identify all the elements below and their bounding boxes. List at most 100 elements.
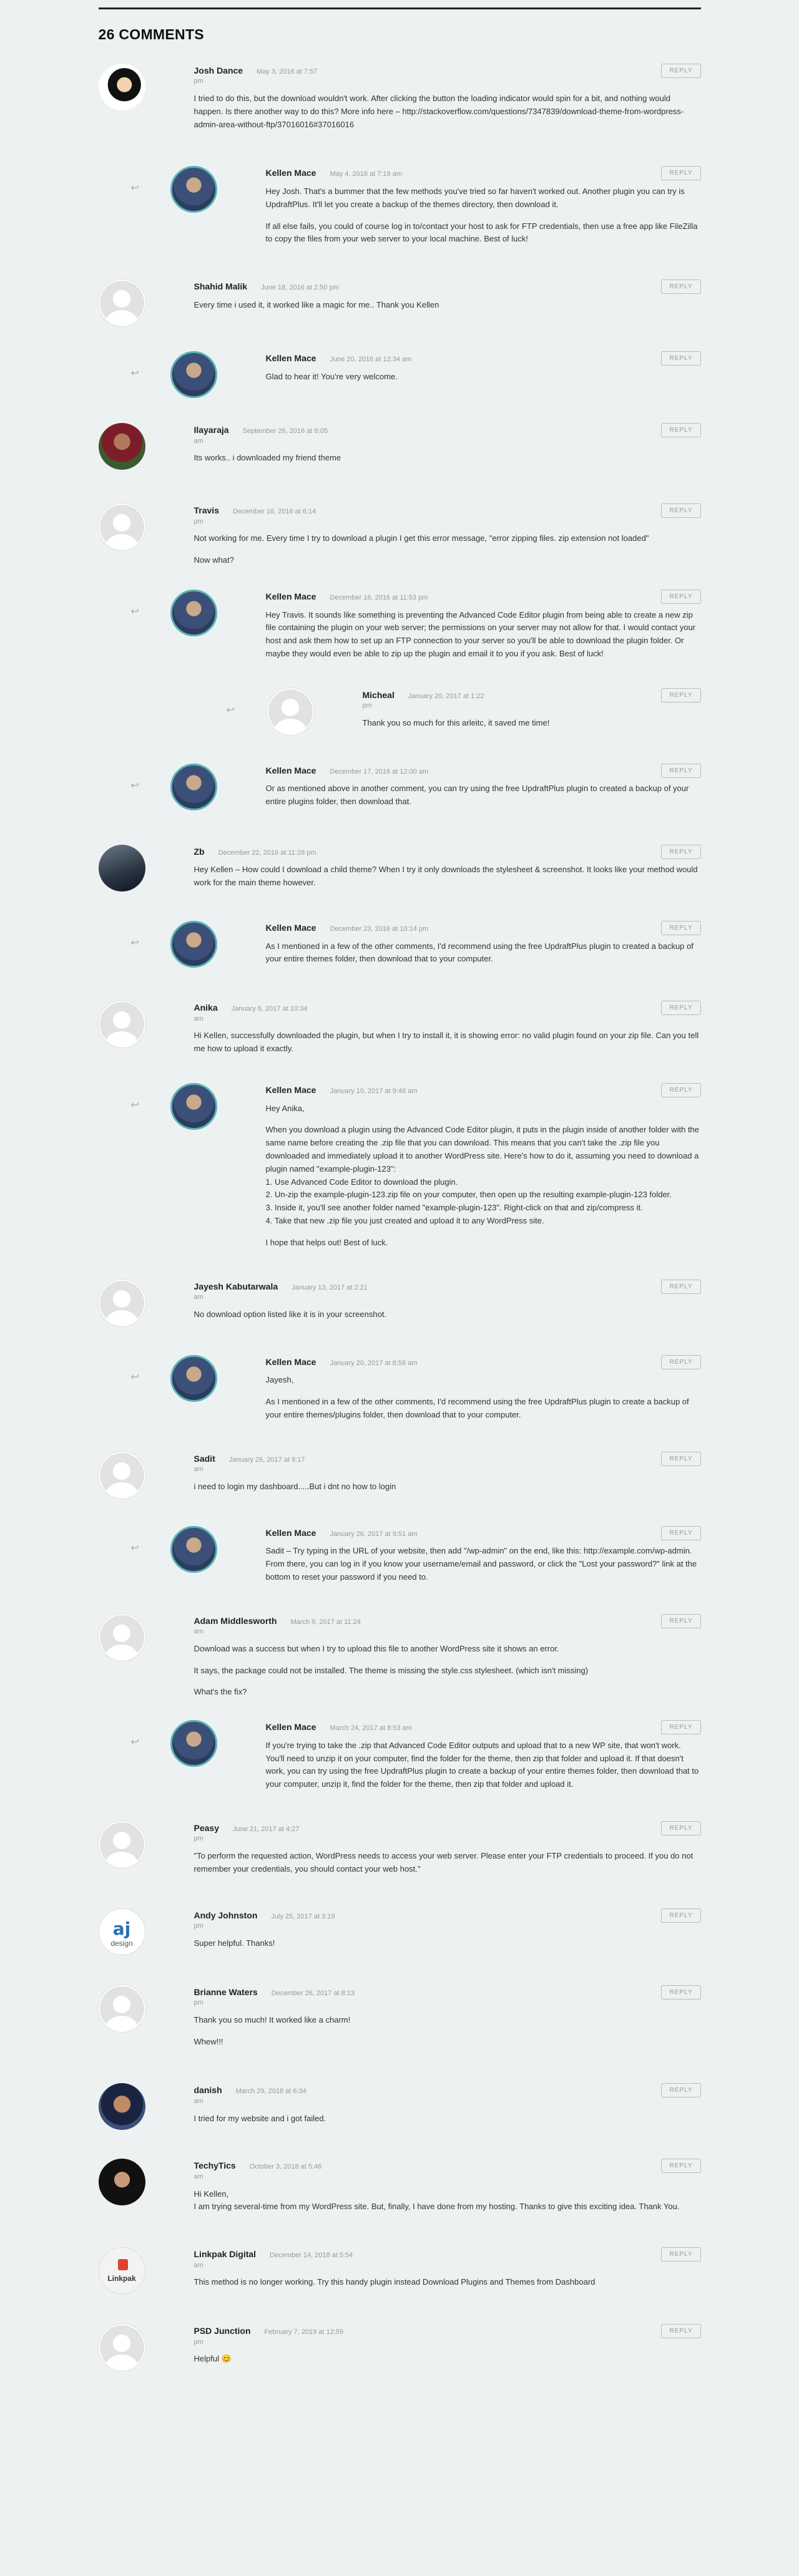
comment-date[interactable]: January 26, 2017 at 9:17 <box>229 1455 305 1466</box>
comment-paragraph: "To perform the requested action, WordPr… <box>194 1851 694 1874</box>
reply-button[interactable]: REPLY <box>661 351 701 366</box>
comment-author[interactable]: Kellen Mace <box>266 166 316 180</box>
reply-button[interactable]: REPLY <box>661 1613 701 1628</box>
comment-author[interactable]: Kellen Mace <box>266 1720 316 1734</box>
reply-button[interactable]: REPLY <box>661 1820 701 1835</box>
reply-arrow-icon: ↩ <box>130 368 139 379</box>
comment-date[interactable]: January 20, 2017 at 8:58 am <box>330 1358 417 1369</box>
reply-button[interactable]: REPLY <box>661 1354 701 1369</box>
comment-date[interactable]: February 7, 2019 at 12:59 <box>265 2327 344 2338</box>
comment-text: Hi Kellen, successfully downloaded the p… <box>194 1029 701 1056</box>
comment-author[interactable]: Peasy <box>194 1821 219 1835</box>
comment: danish March 29, 2018 at 6:34 am I tried … <box>98 2083 701 2134</box>
comment-date[interactable]: January 6, 2017 at 10:34 <box>232 1004 308 1015</box>
reply-button[interactable]: REPLY <box>661 844 701 859</box>
comment-date[interactable]: March 24, 2017 at 8:53 am <box>330 1723 411 1734</box>
reply-button[interactable]: REPLY <box>661 503 701 518</box>
comment-author[interactable]: Kellen Mace <box>266 1083 316 1097</box>
comment-date[interactable]: October 3, 2018 at 5:46 <box>250 2162 322 2173</box>
reply-button[interactable]: REPLY <box>661 1279 701 1294</box>
comments-heading: 26 COMMENTS <box>98 26 204 42</box>
reply-button[interactable]: REPLY <box>661 1525 701 1540</box>
comment-author[interactable]: Kellen Mace <box>266 764 316 777</box>
comment-author[interactable]: TechyTics <box>194 2159 236 2172</box>
comment-date[interactable]: December 22, 2016 at 11:28 pm <box>218 848 316 859</box>
comment-author[interactable]: Kellen Mace <box>266 351 316 365</box>
comment-author[interactable]: danish <box>194 2083 222 2097</box>
comment-paragraph: When you download a plugin using the Adv… <box>265 1125 700 1225</box>
comment-author[interactable]: Brianne Waters <box>194 1985 258 1999</box>
reply-button[interactable]: REPLY <box>661 423 701 438</box>
comment-date[interactable]: December 14, 2018 at 5:54 <box>270 2250 353 2262</box>
comment-date[interactable]: December 16, 2016 at 11:53 pm <box>330 593 428 604</box>
comment-author[interactable]: Ilayaraja <box>194 423 229 437</box>
reply-button[interactable]: REPLY <box>661 1083 701 1098</box>
comment-date[interactable]: June 21, 2017 at 4:27 <box>233 1824 299 1835</box>
comment-paragraph: No download option listed like it is in … <box>194 1309 387 1319</box>
comment-date[interactable]: January 13, 2017 at 2:21 <box>292 1283 368 1294</box>
comment-paragraph: Every time i used it, it worked like a m… <box>194 299 439 309</box>
comment-author[interactable]: Kellen Mace <box>266 921 316 935</box>
comment-author[interactable]: Shahid Malik <box>194 279 248 293</box>
reply-button[interactable]: REPLY <box>661 2324 701 2339</box>
comment-author[interactable]: Jayesh Kabutarwala <box>194 1280 278 1293</box>
comment-author[interactable]: Kellen Mace <box>266 1355 316 1369</box>
comment: ↩ Kellen Mace January 20, 2017 at 8:58 am… <box>99 1354 701 1431</box>
reply-button[interactable]: REPLY <box>661 1720 701 1735</box>
reply-button[interactable]: REPLY <box>661 1001 701 1016</box>
comment-date-suffix: am <box>194 2097 203 2106</box>
comment-author[interactable]: PSD Junction <box>194 2324 251 2338</box>
comment-author[interactable]: Kellen Mace <box>266 590 316 603</box>
reply-button[interactable]: REPLY <box>661 1985 701 2000</box>
reply-button[interactable]: REPLY <box>661 2083 701 2098</box>
comment-author[interactable]: Zb <box>194 845 205 858</box>
comment-date[interactable]: May 4, 2016 at 7:19 am <box>330 169 402 180</box>
comment-date[interactable]: July 25, 2017 at 3:19 <box>271 1912 335 1923</box>
comment-author[interactable]: Micheal <box>363 688 395 702</box>
comment-date[interactable]: March 9, 2017 at 11:24 <box>291 1617 361 1628</box>
reply-button[interactable]: REPLY <box>661 688 701 702</box>
comment-text: If you're trying to take the .zip that A… <box>266 1739 701 1791</box>
comment-text: Hey Anika, When you download a plugin us… <box>266 1102 701 1250</box>
reply-button[interactable]: REPLY <box>661 63 701 78</box>
comment-date[interactable]: September 26, 2016 at 6:05 <box>243 426 328 437</box>
comment-date[interactable]: January 26, 2017 at 9:51 am <box>330 1529 417 1540</box>
comment-date[interactable]: December 26, 2017 at 8:13 <box>272 1988 355 2000</box>
comment-author[interactable]: Travis <box>194 503 219 517</box>
comment-date[interactable]: January 20, 2017 at 1:22 <box>408 691 484 702</box>
comment-paragraph: As I mentioned in a few of the other com… <box>265 941 694 964</box>
reply-button[interactable]: REPLY <box>661 166 701 181</box>
comment-date-suffix: pm <box>362 702 372 710</box>
reply-button[interactable]: REPLY <box>661 2159 701 2174</box>
comment: ↩ Micheal January 20, 2017 at 1:22 pm Tha… <box>99 688 701 739</box>
comment-date[interactable]: December 16, 2016 at 6:14 <box>233 507 316 518</box>
comment-date[interactable]: December 17, 2016 at 12:00 am <box>330 767 428 778</box>
reply-button[interactable]: REPLY <box>661 2247 701 2262</box>
comment-author[interactable]: Josh Dance <box>194 64 243 77</box>
avatar <box>98 1985 145 2032</box>
comment-paragraph: Hi Kellen, I am trying several-time from… <box>194 2189 680 2212</box>
avatar <box>170 1720 217 1767</box>
reply-button[interactable]: REPLY <box>661 763 701 778</box>
comment-date[interactable]: March 29, 2018 at 6:34 <box>236 2086 306 2097</box>
avatar <box>170 1083 217 1130</box>
comment-paragraph: It says, the package could not be instal… <box>194 1665 589 1675</box>
comment-date[interactable]: December 23, 2016 at 10:14 pm <box>330 924 428 935</box>
comment-date[interactable]: June 20, 2016 at 12:34 am <box>330 354 411 366</box>
reply-button[interactable]: REPLY <box>661 279 701 294</box>
comment-author[interactable]: Kellen Mace <box>266 1526 316 1540</box>
comment: Andy Johnston July 25, 2017 at 3:19 pm Su… <box>98 1908 701 1959</box>
comment-author[interactable]: Adam Middlesworth <box>194 1614 277 1628</box>
comment-author[interactable]: Sadit <box>194 1452 215 1465</box>
comment-author[interactable]: Linkpak Digital <box>194 2247 257 2261</box>
comment-date-suffix: am <box>194 1014 203 1023</box>
comment-author[interactable]: Andy Johnston <box>194 1908 258 1922</box>
comment-author[interactable]: Anika <box>194 1001 218 1014</box>
comment-date[interactable]: June 18, 2016 at 2:50 pm <box>261 283 339 294</box>
reply-button[interactable]: REPLY <box>661 921 701 936</box>
comment-date[interactable]: May 3, 2016 at 7:57 <box>257 67 317 78</box>
reply-button[interactable]: REPLY <box>661 1908 701 1923</box>
comment-date[interactable]: January 10, 2017 at 9:48 am <box>330 1086 417 1097</box>
reply-button[interactable]: REPLY <box>661 589 701 604</box>
reply-button[interactable]: REPLY <box>661 1451 701 1466</box>
